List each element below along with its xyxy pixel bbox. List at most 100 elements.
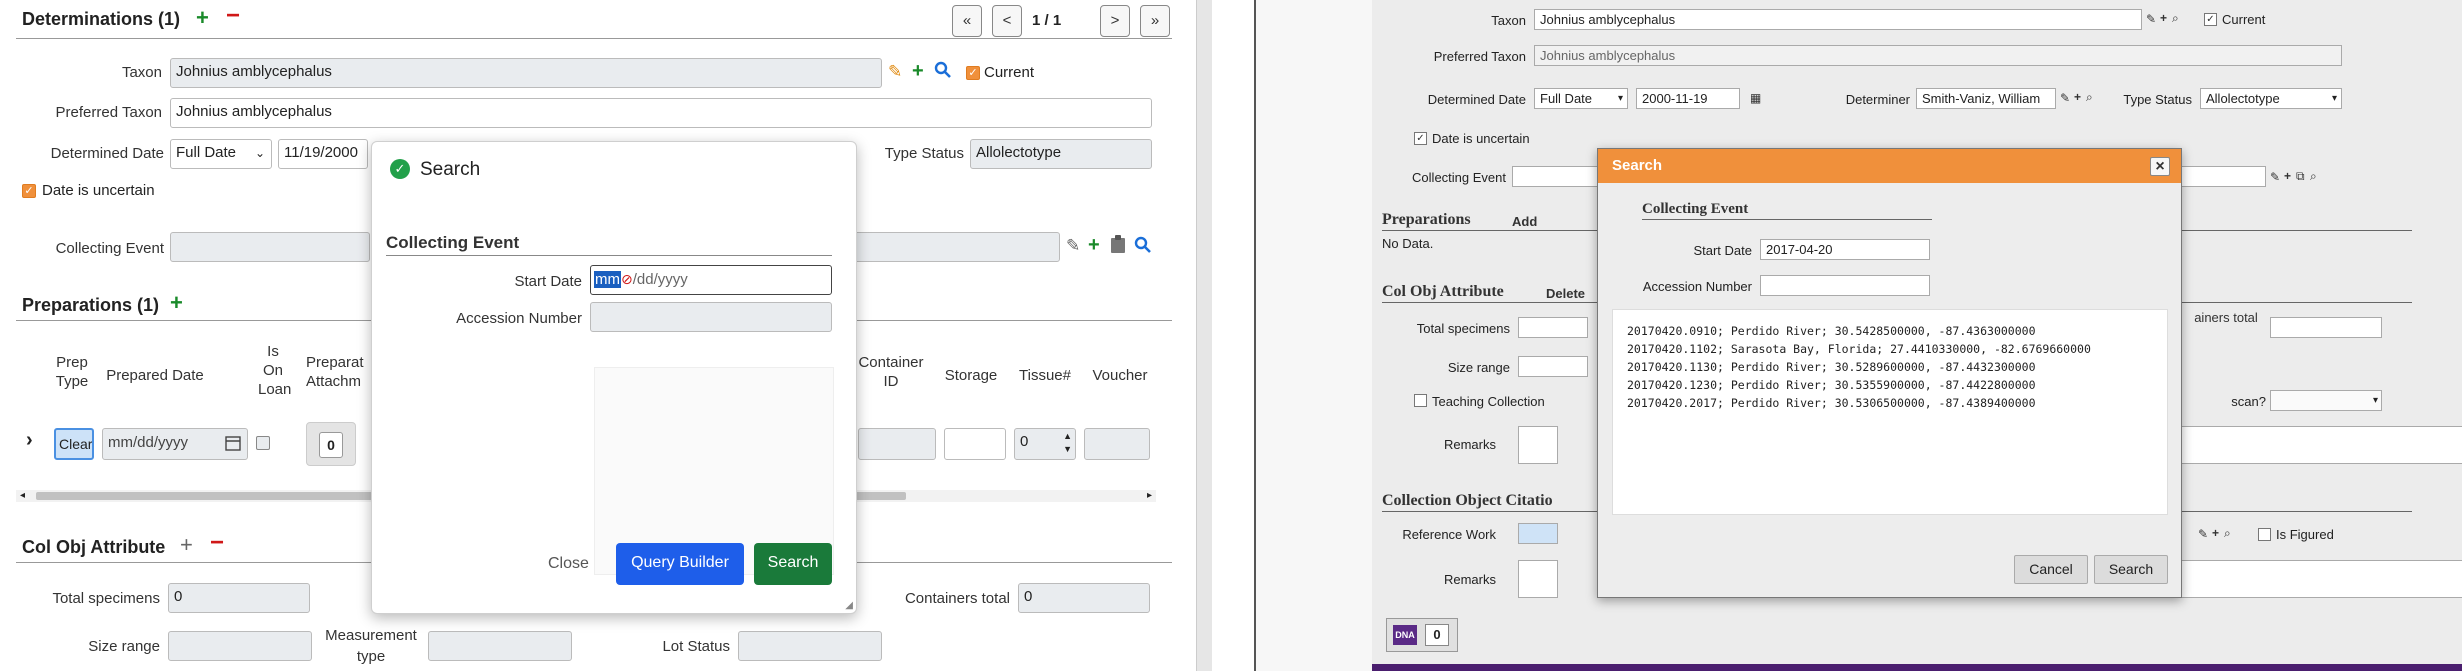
resize-handle-icon[interactable]: ◢ <box>845 600 853 611</box>
date-uncertain-checkbox[interactable]: ✓ <box>22 184 36 198</box>
determiner-field[interactable]: Smith-Vaniz, William <box>1916 88 2056 109</box>
containers-total-input[interactable] <box>2270 317 2382 338</box>
remove-determination-icon[interactable]: − <box>226 4 240 28</box>
edit-pencil-icon[interactable]: ✎ <box>2060 91 2070 105</box>
remarks-textarea[interactable] <box>1518 426 1558 464</box>
dialog-titlebar: Search × <box>1598 149 2181 183</box>
teaching-collection-checkbox[interactable] <box>1414 394 1427 407</box>
add-taxon-icon[interactable]: + <box>912 61 924 81</box>
on-loan-checkbox[interactable] <box>256 436 270 450</box>
edit-pencil-icon[interactable]: ✎ <box>2270 170 2280 184</box>
add-icon[interactable]: + <box>2212 526 2219 540</box>
preferred-taxon-field[interactable]: Johnius amblycephalus <box>170 98 1152 128</box>
total-specimens-label: Total specimens <box>1416 321 1510 336</box>
vertical-scrollbar[interactable] <box>1196 0 1212 671</box>
size-range-input[interactable] <box>168 631 312 661</box>
date-precision-select[interactable]: Full Date ▾ <box>1534 88 1628 109</box>
result-item[interactable]: 20170420.2017; Perdido River; 30.5306500… <box>1627 394 2153 412</box>
determined-date-input[interactable]: 2000-11-19 <box>1636 88 1740 109</box>
preferred-taxon-field[interactable]: Johnius amblycephalus <box>1534 45 2342 66</box>
edit-pencil-icon[interactable]: ✎ <box>888 62 902 82</box>
is-figured-checkbox[interactable] <box>2258 528 2271 541</box>
type-status-field[interactable]: Allolectotype <box>970 139 1152 169</box>
current-checkbox[interactable]: ✓ <box>2204 13 2217 26</box>
clone-icon[interactable]: ⧉ <box>2296 169 2305 184</box>
tissue-input[interactable]: 0 ▲ ▼ <box>1014 428 1076 460</box>
pager-first-button[interactable]: « <box>952 5 982 37</box>
close-icon[interactable]: × <box>2150 157 2170 176</box>
result-item[interactable]: 20170420.1230; Perdido River; 30.5355900… <box>1627 376 2153 394</box>
attachments-box[interactable]: 0 <box>306 422 356 466</box>
col-container-id: Container ID <box>858 354 924 390</box>
pager-next-button[interactable]: > <box>1100 5 1130 37</box>
scroll-left-icon[interactable]: ◂ <box>20 490 25 502</box>
accession-label: Accession Number <box>456 310 582 327</box>
calendar-icon[interactable]: ▦ <box>1750 91 1761 105</box>
reference-work-field[interactable] <box>1518 523 1558 544</box>
add-icon[interactable]: + <box>2074 90 2081 104</box>
total-specimens-input[interactable] <box>1518 317 1588 338</box>
remove-attribute-icon[interactable]: − <box>210 531 224 555</box>
remarks2-textarea[interactable] <box>1518 560 1558 598</box>
calendar-icon[interactable] <box>225 435 241 457</box>
add-determination-icon[interactable]: + <box>196 7 209 29</box>
stepper-icon[interactable]: ▲ ▼ <box>1063 430 1072 456</box>
result-item[interactable]: 20170420.1130; Perdido River; 30.5289600… <box>1627 358 2153 376</box>
date-uncertain-checkbox[interactable]: ✓ <box>1414 132 1427 145</box>
pager-last-button[interactable]: » <box>1140 5 1170 37</box>
result-item[interactable]: 20170420.0910; Perdido River; 30.5428500… <box>1627 322 2153 340</box>
taxon-field[interactable]: Johnius amblycephalus <box>1534 9 2142 30</box>
storage-input[interactable] <box>944 428 1006 460</box>
col-tissue: Tissue# <box>1019 367 1071 384</box>
query-builder-button[interactable]: Query Builder <box>616 543 744 585</box>
containers-total-input[interactable]: 0 ▲▼ <box>1018 583 1150 613</box>
add-preparation-icon[interactable]: + <box>170 292 183 314</box>
search-button[interactable]: Search <box>754 543 832 585</box>
preparations-add-link[interactable]: Add <box>1512 214 1537 229</box>
result-item[interactable]: 20170420.1102; Sarasota Bay, Florida; 27… <box>1627 340 2153 358</box>
search-icon[interactable] <box>1134 236 1152 259</box>
col-obj-title: Col Obj Attribute <box>1382 283 1504 300</box>
search-icon[interactable]: ⌕ <box>2224 526 2231 541</box>
accession-input[interactable] <box>590 302 832 332</box>
start-date-input[interactable]: mm⊘/dd/yyyy <box>590 265 832 295</box>
search-icon[interactable]: ⌕ <box>2172 11 2179 26</box>
edit-pencil-icon[interactable]: ✎ <box>1066 236 1080 256</box>
prep-type-field[interactable]: Clear <box>54 428 94 460</box>
prepared-date-input[interactable]: mm/dd/yyyy <box>102 428 248 460</box>
determined-date-input[interactable]: 11/19/2000 <box>278 139 368 169</box>
scan-select[interactable]: ▾ <box>2270 390 2382 411</box>
add-icon[interactable]: + <box>2160 11 2167 25</box>
lot-status-input[interactable] <box>738 631 882 661</box>
cancel-button[interactable]: Cancel <box>2014 555 2088 584</box>
type-status-select[interactable]: Allolectotype ▾ <box>2200 88 2342 109</box>
collecting-event-field[interactable] <box>170 232 370 262</box>
search-button[interactable]: Search <box>2094 555 2168 584</box>
date-precision-select[interactable]: Full Date ⌄ <box>170 139 272 169</box>
search-icon[interactable] <box>934 61 952 84</box>
total-specimens-label: Total specimens <box>52 590 160 607</box>
edit-pencil-icon[interactable]: ✎ <box>2198 527 2208 541</box>
accession-input[interactable] <box>1760 275 1930 296</box>
current-checkbox[interactable]: ✓ <box>966 66 980 80</box>
col-obj-delete-link[interactable]: Delete <box>1546 286 1585 301</box>
add-attribute-icon[interactable]: + <box>180 534 193 556</box>
type-status-label: Type Status <box>2123 92 2192 107</box>
voucher-input[interactable] <box>1084 428 1150 460</box>
measurement-type-input[interactable] <box>428 631 572 661</box>
add-collecting-event-icon[interactable]: + <box>1088 235 1100 255</box>
add-icon[interactable]: + <box>2284 169 2291 183</box>
close-button[interactable]: Close <box>548 555 589 573</box>
size-range-input[interactable] <box>1518 356 1588 377</box>
scroll-right-icon[interactable]: ▸ <box>1147 490 1152 502</box>
total-specimens-input[interactable]: 0 ▲▼ <box>168 583 310 613</box>
edit-pencil-icon[interactable]: ✎ <box>2146 12 2156 26</box>
search-icon[interactable]: ⌕ <box>2310 169 2317 184</box>
dna-button[interactable]: DNA 0 <box>1386 618 1458 652</box>
pager-prev-button[interactable]: < <box>992 5 1022 37</box>
container-id-input[interactable] <box>858 428 936 460</box>
taxon-field[interactable]: Johnius amblycephalus <box>170 58 882 88</box>
start-date-input[interactable]: 2017-04-20 <box>1760 239 1930 260</box>
clipboard-icon[interactable] <box>1110 235 1126 258</box>
chevron-right-icon[interactable]: › <box>26 430 33 450</box>
